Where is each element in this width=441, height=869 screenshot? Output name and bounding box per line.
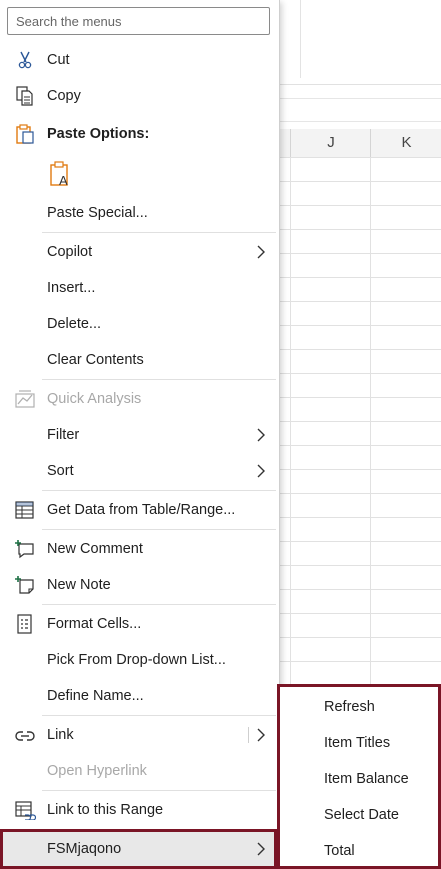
- chevron-right-icon[interactable]: [256, 728, 266, 742]
- submenu-item-label: Item Balance: [324, 771, 409, 787]
- menu-item-label: FSMjaqono: [47, 841, 122, 857]
- submenu-item-label: Select Date: [324, 807, 399, 823]
- menu-separator: [42, 379, 276, 380]
- submenu-item-label: Refresh: [324, 699, 375, 715]
- menu-item-new-comment[interactable]: New Comment: [0, 532, 279, 566]
- menu-item-label: Cut: [47, 52, 70, 68]
- menu-item-label: Format Cells...: [47, 616, 142, 632]
- menu-item-insert[interactable]: Insert...: [0, 271, 279, 305]
- submenu-item-select-date[interactable]: Select Date: [280, 797, 438, 833]
- table-icon: [15, 501, 34, 519]
- menu-separator: [42, 604, 276, 605]
- submenu-item-item-balance[interactable]: Item Balance: [280, 761, 438, 797]
- menu-item-label: Open Hyperlink: [47, 763, 147, 779]
- menu-item-open-hyperlink: Open Hyperlink: [0, 754, 279, 788]
- menu-item-sort[interactable]: Sort: [0, 454, 279, 488]
- menu-item-cut[interactable]: Cut: [0, 43, 279, 77]
- submenu-item-refresh[interactable]: Refresh: [280, 689, 438, 725]
- column-header-k[interactable]: K: [370, 129, 441, 157]
- menu-separator: [42, 490, 276, 491]
- menu-item-clear-contents[interactable]: Clear Contents: [0, 343, 279, 377]
- menu-item-label: Sort: [47, 463, 74, 479]
- menu-item-delete[interactable]: Delete...: [0, 307, 279, 341]
- menu-item-filter[interactable]: Filter: [0, 418, 279, 452]
- context-menu: Cut Copy Paste Options: A Paste Special.…: [0, 0, 280, 869]
- submenu-item-label: Total: [324, 843, 355, 859]
- submenu-item-label: Item Titles: [324, 735, 391, 751]
- menu-item-label: New Note: [47, 577, 111, 593]
- ribbon-area: [278, 0, 441, 85]
- menu-item-fsm[interactable]: FSMjaqono: [0, 831, 279, 867]
- menu-item-label: Copilot: [47, 244, 93, 260]
- menu-item-label: Link to this Range: [47, 802, 164, 818]
- fsm-submenu: Refresh Item Titles Item Balance Select …: [277, 684, 441, 869]
- menu-item-label: Insert...: [47, 280, 96, 296]
- submenu-item-total[interactable]: Total: [280, 833, 438, 869]
- menu-item-label: Get Data from Table/Range...: [47, 502, 236, 518]
- formula-bar[interactable]: [278, 98, 441, 122]
- quick-analysis-icon: [15, 390, 35, 408]
- menu-separator: [42, 715, 276, 716]
- menu-separator: [42, 790, 276, 791]
- scissors-icon: [18, 51, 32, 69]
- copy-icon: [16, 86, 33, 106]
- menu-item-link-to-range[interactable]: Link to this Range: [0, 793, 279, 827]
- paste-values-icon[interactable]: A: [48, 160, 74, 188]
- menu-item-label: Pick From Drop-down List...: [47, 652, 226, 668]
- menu-item-new-note[interactable]: New Note: [0, 568, 279, 602]
- menu-item-link[interactable]: Link: [0, 718, 279, 752]
- clipboard-icon: [16, 124, 34, 144]
- ribbon-separator: [300, 0, 301, 78]
- chevron-right-icon: [257, 245, 265, 259]
- menu-item-copy[interactable]: Copy: [0, 79, 279, 113]
- link-range-icon: [15, 801, 36, 820]
- svg-text:A: A: [59, 173, 68, 188]
- menu-item-paste-special[interactable]: Paste Special...: [0, 196, 279, 230]
- new-note-icon: [15, 576, 34, 594]
- column-header-row: J K: [278, 129, 441, 158]
- menu-item-get-data[interactable]: Get Data from Table/Range...: [0, 493, 279, 527]
- grid-line: [290, 157, 291, 687]
- chevron-right-icon: [257, 464, 265, 478]
- menu-item-label: Paste Options:: [47, 126, 150, 142]
- split-divider: [248, 727, 249, 743]
- menu-item-quick-analysis: Quick Analysis: [0, 382, 279, 416]
- chevron-right-icon: [257, 428, 265, 442]
- new-comment-icon: [15, 540, 34, 559]
- menu-item-pick-from-list[interactable]: Pick From Drop-down List...: [0, 643, 279, 677]
- menu-item-define-name[interactable]: Define Name...: [0, 679, 279, 713]
- link-icon: [15, 731, 35, 741]
- submenu-item-item-titles[interactable]: Item Titles: [280, 725, 438, 761]
- menu-item-copilot[interactable]: Copilot: [0, 235, 279, 269]
- menu-item-format-cells[interactable]: Format Cells...: [0, 607, 279, 641]
- menu-item-label: Delete...: [47, 316, 101, 332]
- format-cells-icon: [17, 614, 32, 634]
- chevron-right-icon: [257, 842, 265, 856]
- menu-item-label: Paste Special...: [47, 205, 148, 221]
- menu-item-label: New Comment: [47, 541, 143, 557]
- menu-separator: [42, 232, 276, 233]
- grid-line: [370, 157, 371, 687]
- menu-item-label: Quick Analysis: [47, 391, 142, 407]
- menu-item-label: Link: [47, 727, 74, 743]
- menu-item-paste-options: Paste Options:: [0, 117, 279, 151]
- menu-item-label: Clear Contents: [47, 352, 144, 368]
- menu-separator: [42, 529, 276, 530]
- search-menus-input[interactable]: [7, 7, 270, 35]
- column-header-j[interactable]: J: [290, 129, 371, 157]
- menu-item-label: Filter: [47, 427, 80, 443]
- menu-item-label: Define Name...: [47, 688, 144, 704]
- menu-item-label: Copy: [47, 88, 81, 104]
